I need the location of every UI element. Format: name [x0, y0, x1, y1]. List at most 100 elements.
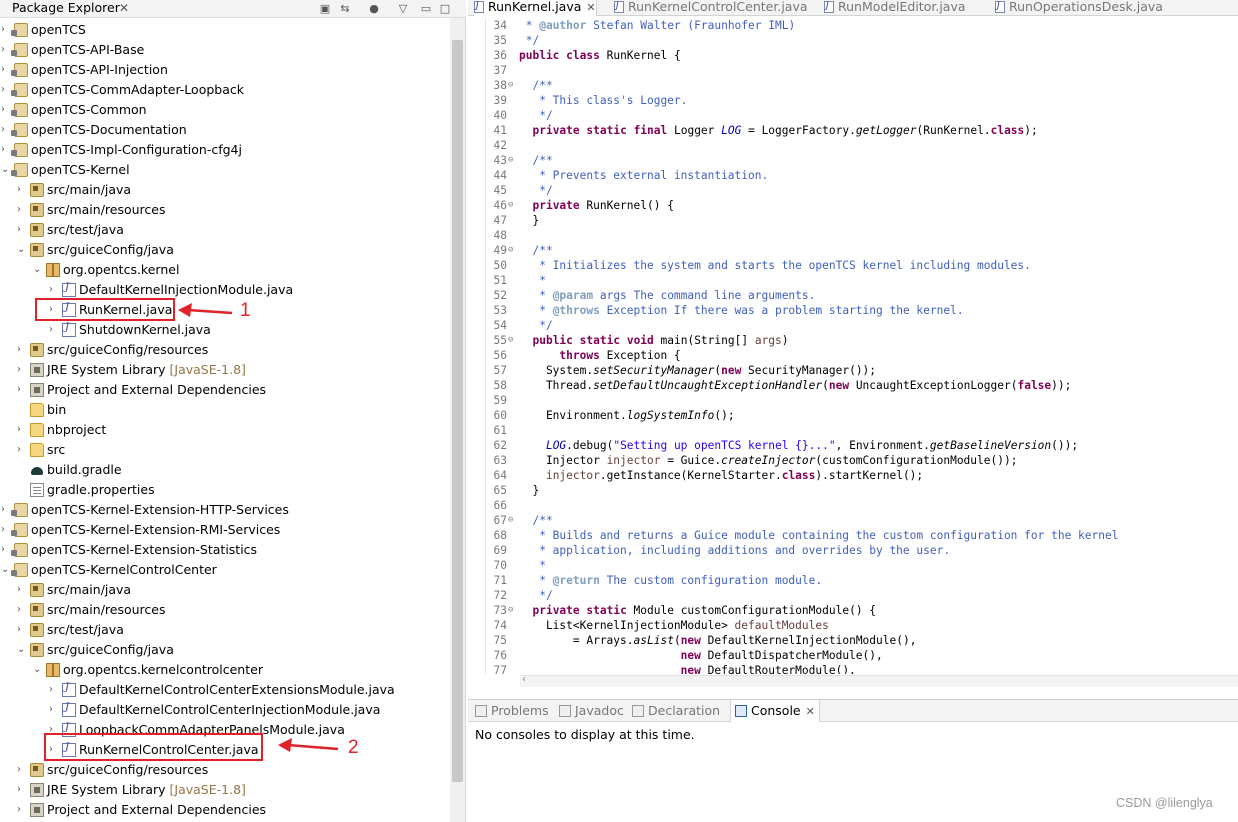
package-explorer-title[interactable]: Package Explorer — [12, 0, 120, 18]
chevron-right-icon[interactable]: › — [17, 342, 27, 358]
tree-item[interactable]: › Project and External Dependencies — [0, 800, 450, 820]
tree-item[interactable]: ⌄ openTCS-Kernel — [0, 160, 450, 180]
tree-item[interactable]: › DefaultKernelInjectionModule.java — [0, 280, 450, 300]
chevron-down-icon[interactable]: ⌄ — [17, 242, 27, 258]
chevron-down-icon[interactable]: ⌄ — [33, 662, 43, 678]
editor-tab[interactable]: RunOperationsDesk.java — [995, 0, 1163, 16]
chevron-right-icon[interactable]: › — [1, 62, 11, 78]
chevron-right-icon[interactable]: › — [17, 362, 27, 378]
chevron-right-icon[interactable]: › — [1, 82, 11, 98]
chevron-right-icon[interactable]: › — [17, 782, 27, 798]
chevron-down-icon[interactable]: ⌄ — [33, 262, 43, 278]
collapse-all-icon[interactable]: ▣ — [318, 2, 332, 15]
chevron-right-icon[interactable]: › — [17, 202, 27, 218]
tree-item[interactable]: ⌄ src/guiceConfig/java — [0, 240, 450, 260]
fold-toggle-icon[interactable]: ⊖ — [508, 513, 513, 528]
tree-item[interactable]: › src/main/java — [0, 580, 450, 600]
tree-item[interactable]: › openTCS-Impl-Configuration-cfg4j — [0, 140, 450, 160]
fold-toggle-icon[interactable]: ⊖ — [508, 78, 513, 93]
tree-item[interactable]: › JRE System Library [JavaSE-1.8] — [0, 360, 450, 380]
tree-item[interactable]: › openTCS — [0, 20, 450, 40]
chevron-right-icon[interactable]: › — [17, 182, 27, 198]
chevron-right-icon[interactable]: › — [49, 682, 59, 698]
tree-item[interactable]: › openTCS-CommAdapter-Loopback — [0, 80, 450, 100]
chevron-right-icon[interactable]: › — [1, 142, 11, 158]
fold-toggle-icon[interactable]: ⊖ — [508, 333, 513, 348]
focus-icon[interactable]: ● — [367, 2, 381, 15]
chevron-right-icon[interactable]: › — [17, 582, 27, 598]
tree-item[interactable]: ⌄ org.opentcs.kernelcontrolcenter — [0, 660, 450, 680]
horizontal-scrollbar[interactable]: ‹ — [520, 674, 1238, 687]
tree-item[interactable]: › ShutdownKernel.java — [0, 320, 450, 340]
chevron-right-icon[interactable]: › — [17, 422, 27, 438]
tree-item[interactable]: › src — [0, 440, 450, 460]
close-icon[interactable]: ✕ — [119, 0, 129, 16]
chevron-right-icon[interactable]: › — [1, 122, 11, 138]
editor-tab[interactable]: RunKernelControlCenter.java — [614, 0, 808, 16]
chevron-right-icon[interactable]: › — [49, 282, 59, 298]
tree-item[interactable]: › openTCS-API-Injection — [0, 60, 450, 80]
chevron-down-icon[interactable]: ⌄ — [17, 642, 27, 658]
chevron-right-icon[interactable]: › — [1, 522, 11, 538]
bottom-tab[interactable]: Console ✕ — [730, 700, 820, 722]
chevron-right-icon[interactable]: › — [1, 102, 11, 118]
minimize-icon[interactable]: ▭ — [419, 2, 433, 15]
tree-item[interactable]: › openTCS-Kernel-Extension-Statistics — [0, 540, 450, 560]
tree-item[interactable]: › src/main/java — [0, 180, 450, 200]
chevron-right-icon[interactable]: › — [17, 382, 27, 398]
editor-tab[interactable]: RunKernel.java ✕ — [474, 0, 597, 16]
tree-item[interactable]: › openTCS-Kernel-Extension-HTTP-Services — [0, 500, 450, 520]
maximize-icon[interactable]: □ — [438, 2, 452, 15]
tree-item[interactable]: gradle.properties — [0, 480, 450, 500]
tree-item[interactable]: › openTCS-Kernel-Extension-RMI-Services — [0, 520, 450, 540]
tree-item[interactable]: › DefaultKernelControlCenterInjectionModu… — [0, 700, 450, 720]
fold-toggle-icon[interactable]: ⊖ — [508, 153, 513, 168]
tree-item[interactable]: › nbproject — [0, 420, 450, 440]
editor-tab[interactable]: RunModelEditor.java — [824, 0, 966, 16]
chevron-right-icon[interactable]: › — [17, 762, 27, 778]
fold-toggle-icon[interactable]: ⊖ — [508, 243, 513, 258]
tree-item[interactable]: bin — [0, 400, 450, 420]
chevron-right-icon[interactable]: › — [17, 602, 27, 618]
link-with-editor-icon[interactable]: ⇆ — [338, 2, 352, 15]
tree-item[interactable]: › src/test/java — [0, 620, 450, 640]
tree-item[interactable]: › src/main/resources — [0, 200, 450, 220]
tree-item[interactable]: › openTCS-API-Base — [0, 40, 450, 60]
chevron-right-icon[interactable]: › — [1, 502, 11, 518]
code-area[interactable]: 34 * @author Stefan Walter (Fraunhofer I… — [468, 18, 1238, 674]
bottom-tab[interactable]: Javadoc — [559, 700, 624, 722]
chevron-right-icon[interactable]: › — [17, 442, 27, 458]
bottom-tab[interactable]: Problems — [475, 700, 549, 722]
tree-item[interactable]: › src/guiceConfig/resources — [0, 340, 450, 360]
fold-toggle-icon[interactable]: ⊖ — [508, 603, 513, 618]
close-tab-icon[interactable]: ✕ — [586, 1, 595, 14]
tree-item[interactable]: › src/guiceConfig/resources — [0, 760, 450, 780]
bottom-tab[interactable]: Declaration — [632, 700, 720, 722]
tree-item[interactable]: › openTCS-Documentation — [0, 120, 450, 140]
tree-item[interactable]: build.gradle — [0, 460, 450, 480]
chevron-right-icon[interactable]: › — [1, 542, 11, 558]
fold-toggle-icon[interactable]: ⊖ — [508, 198, 513, 213]
tree-item[interactable]: › src/test/java — [0, 220, 450, 240]
chevron-right-icon[interactable]: › — [17, 222, 27, 238]
chevron-right-icon[interactable]: › — [49, 322, 59, 338]
tree-item[interactable]: ⌄ src/guiceConfig/java — [0, 640, 450, 660]
vertical-scrollbar[interactable] — [450, 18, 465, 822]
tree-item[interactable]: › openTCS-Common — [0, 100, 450, 120]
chevron-right-icon[interactable]: › — [1, 42, 11, 58]
scroll-left-icon[interactable]: ‹ — [522, 674, 526, 685]
view-menu-icon[interactable]: ▽ — [396, 2, 410, 15]
tree-item[interactable]: › JRE System Library [JavaSE-1.8] — [0, 780, 450, 800]
chevron-right-icon[interactable]: › — [1, 22, 11, 38]
chevron-down-icon[interactable]: ⌄ — [1, 162, 11, 178]
tree-item[interactable]: › DefaultKernelControlCenterExtensionsMod… — [0, 680, 450, 700]
chevron-right-icon[interactable]: › — [17, 802, 27, 818]
tree-item[interactable]: › Project and External Dependencies — [0, 380, 450, 400]
chevron-right-icon[interactable]: › — [49, 702, 59, 718]
scrollbar-thumb[interactable] — [452, 40, 463, 782]
tree-item[interactable]: ⌄ org.opentcs.kernel — [0, 260, 450, 280]
tree-item[interactable]: ⌄ openTCS-KernelControlCenter — [0, 560, 450, 580]
tree-item[interactable]: › src/main/resources — [0, 600, 450, 620]
chevron-down-icon[interactable]: ⌄ — [1, 562, 11, 578]
chevron-right-icon[interactable]: › — [17, 622, 27, 638]
